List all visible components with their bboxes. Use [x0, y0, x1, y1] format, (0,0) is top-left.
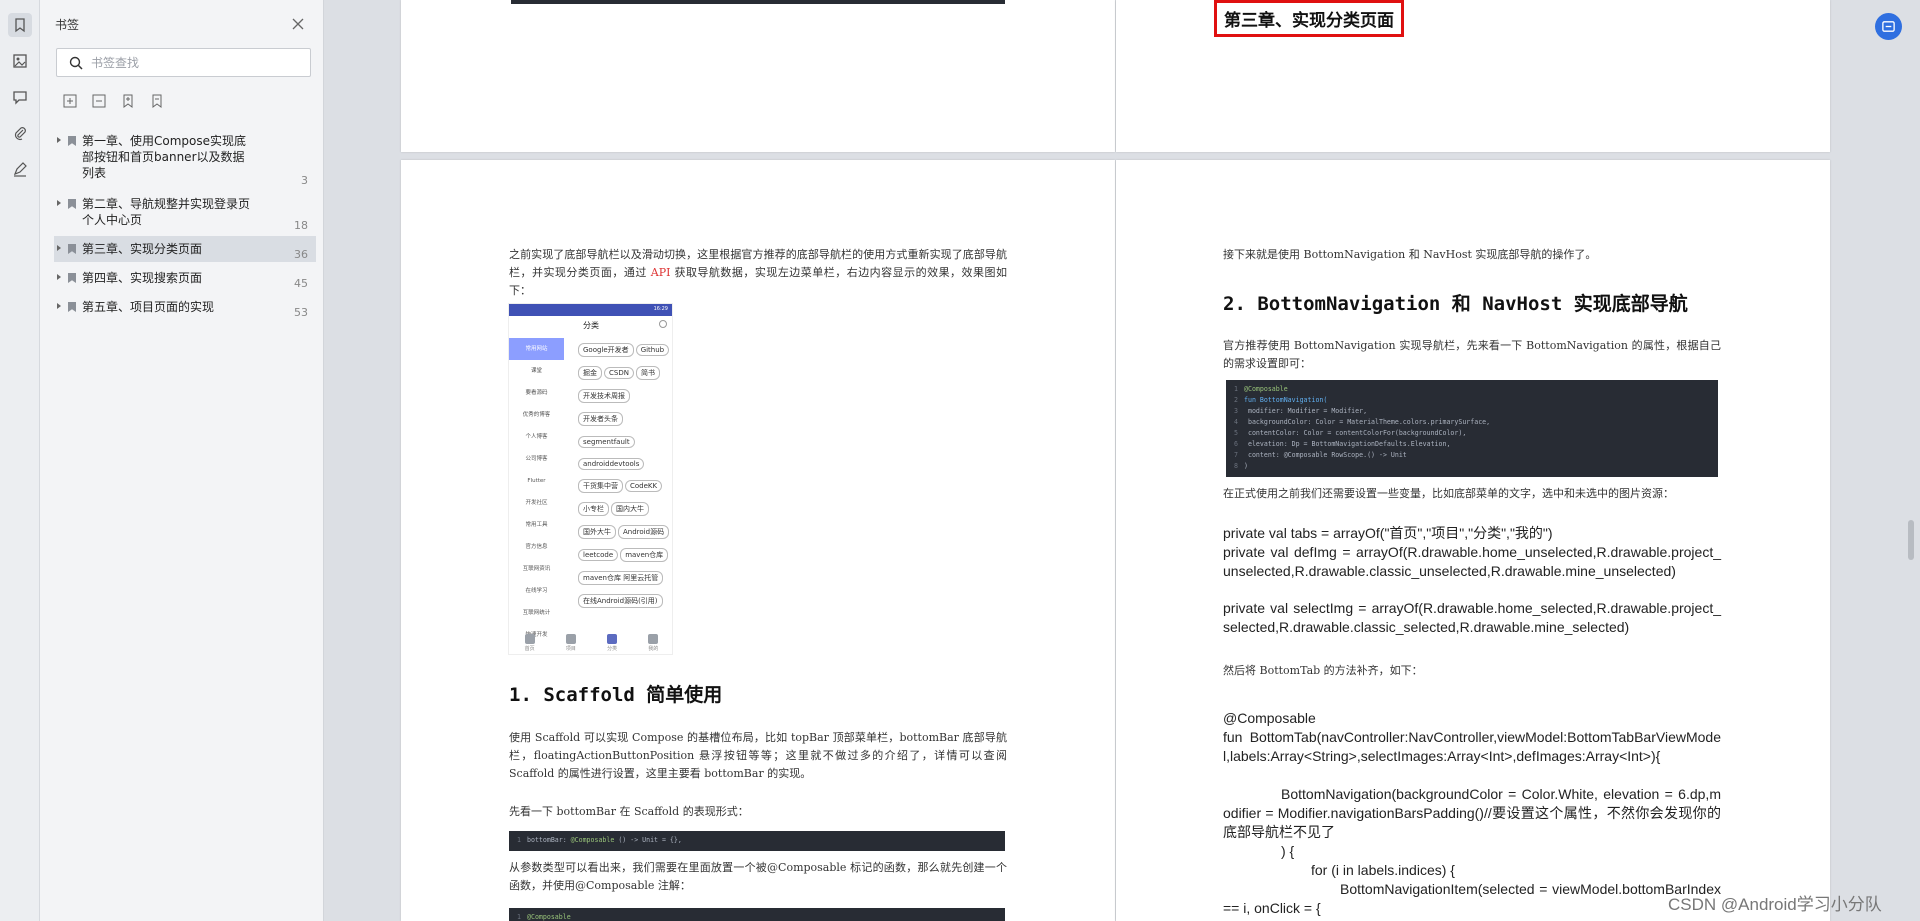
code-def-img: private val defImg = arrayOf(R.drawable.… — [1223, 544, 1721, 579]
code-tabs-line: private val tabs = arrayOf("首页","项目","分类… — [1223, 525, 1553, 541]
attachment-icon[interactable] — [8, 121, 32, 145]
code-block-bottombar: 1 bottomBar: @Composable () -> Unit = {}, — [509, 831, 1005, 851]
home-icon — [524, 634, 535, 644]
chevron-right-icon[interactable] — [57, 200, 61, 206]
right-intro: 接下来就是使用 BottomNavigation 和 NavHost 实现底部导… — [1223, 248, 1597, 261]
heading-bottom-navigation: 2. BottomNavigation 和 NavHost 实现底部导航 — [1223, 293, 1688, 315]
expand-all-icon[interactable] — [62, 93, 78, 109]
chapter-title-highlight: 第三章、实现分类页面 — [1214, 0, 1404, 37]
reader-icon — [1882, 21, 1895, 32]
code-item-line: BottomNavigationItem(selected = viewMode… — [1223, 881, 1721, 916]
intro-paragraph: 之前实现了底部导航栏以及滑动切换，这里根据官方推荐的底部导航栏的使用方式重新实现… — [509, 248, 1007, 297]
code-block-edge — [511, 0, 1005, 4]
official-paragraph: 官方推荐使用 BottomNavigation 实现导航栏，先来看一下 Bott… — [1223, 339, 1721, 370]
phone-left-menu: 常用网站 课堂 要看源码 优秀的博客 个人博客 公司博客 Flutter 开发社… — [509, 338, 564, 646]
category-icon — [607, 634, 618, 644]
bookmark-item-icon — [68, 273, 76, 283]
page-top-left — [401, 0, 1115, 152]
phone-topbar: 分类 — [509, 316, 672, 332]
phone-bottom-nav: 首页 项目 分类 我的 — [509, 630, 672, 654]
collapse-all-icon[interactable] — [91, 93, 107, 109]
vars-paragraph: 在正式使用之前我们还需要设置一些变量，比如底部菜单的文字，选中和未选中的图片资源… — [1223, 487, 1674, 500]
chevron-right-icon[interactable] — [57, 137, 61, 143]
search-icon — [69, 56, 83, 70]
phone-chips: Google开发者 Github 掘金 CSDN 简书 开发技术周报 开发者头条 se… — [578, 337, 672, 611]
code-for-line: for (i in labels.indices) { — [1311, 862, 1455, 878]
phone-screenshot: 16:29 分类 常用网站 课堂 要看源码 优秀的博客 个人博客 公司博客 Fl… — [508, 303, 673, 655]
code-block-bottom-navigation: 1 @Composable 2 fun BottomNavigation( 3 mo… — [1226, 380, 1718, 477]
bookmark-icon[interactable] — [8, 13, 32, 37]
close-icon[interactable] — [291, 16, 305, 30]
code-select-img: private val selectImg = arrayOf(R.drawab… — [1223, 600, 1721, 635]
code-brace-line: ) { — [1281, 843, 1295, 859]
tool-rail — [0, 0, 40, 921]
thumbnail-icon[interactable] — [8, 49, 32, 73]
document-scrollbar[interactable] — [1908, 520, 1914, 560]
bookmark-search[interactable] — [56, 48, 311, 77]
page-left: 之前实现了底部导航栏以及滑动切换，这里根据官方推荐的底部导航栏的使用方式重新实现… — [401, 160, 1115, 921]
bookmark-panel: 书签 第一章、使用Compose实现底部按钮和首页banner以及数据列表 3 … — [40, 0, 324, 921]
bookmark-item-2[interactable]: 第二章、导航规整并实现登录页个人中心页 18 — [54, 196, 316, 232]
phone-status-bar: 16:29 — [509, 304, 672, 316]
delete-bookmark-icon[interactable] — [149, 93, 165, 109]
comment-icon[interactable] — [8, 85, 32, 109]
panel-title: 书签 — [55, 18, 80, 32]
param-paragraph: 从参数类型可以看出来，我们需要在里面放置一个被@Composable 标记的函数… — [509, 861, 1007, 892]
bookmark-item-icon — [68, 302, 76, 312]
bookmark-item-3[interactable]: 第三章、实现分类页面 36 — [54, 236, 316, 262]
code-bn-line: BottomNavigation(backgroundColor = Color… — [1223, 786, 1721, 840]
floating-action-button[interactable] — [1875, 13, 1902, 40]
bookmark-item-1[interactable]: 第一章、使用Compose实现底部按钮和首页banner以及数据列表 3 — [54, 133, 316, 187]
scaffold-paragraph: 使用 Scaffold 可以实现 Compose 的基槽位布局，比如 topBa… — [509, 731, 1007, 780]
chevron-right-icon[interactable] — [57, 245, 61, 251]
bookmark-item-icon — [68, 244, 76, 254]
heading-scaffold: 1. Scaffold 简单使用 — [509, 684, 723, 706]
settings-icon — [659, 320, 667, 328]
signature-icon[interactable] — [8, 157, 32, 181]
page-right: 接下来就是使用 BottomNavigation 和 NavHost 实现底部导… — [1116, 160, 1830, 921]
bookmark-toolbar — [62, 93, 165, 109]
bookmark-item-icon — [68, 199, 76, 209]
bookmark-item-icon — [68, 136, 76, 146]
then-paragraph: 然后将 BottomTab 的方法补齐，如下： — [1223, 664, 1423, 677]
project-icon — [565, 634, 576, 644]
code-block-composable: 1 @Composable — [509, 908, 1005, 921]
code-fun-line: fun BottomTab(navController:NavControlle… — [1223, 729, 1721, 764]
add-bookmark-icon[interactable] — [120, 93, 136, 109]
page-top-right: 第三章、实现分类页面 — [1116, 0, 1830, 152]
chevron-right-icon[interactable] — [57, 274, 61, 280]
user-icon — [648, 634, 659, 644]
bottombar-paragraph: 先看一下 bottomBar 在 Scaffold 的表现形式： — [509, 805, 749, 818]
search-input[interactable] — [91, 54, 301, 72]
bookmark-item-5[interactable]: 第五章、项目页面的实现 53 — [54, 299, 316, 323]
chevron-right-icon[interactable] — [57, 303, 61, 309]
code-anno-line: @Composable — [1223, 710, 1316, 726]
bookmark-item-4[interactable]: 第四章、实现搜索页面 45 — [54, 270, 316, 294]
watermark: CSDN @Android学习小分队 — [1668, 895, 1882, 914]
